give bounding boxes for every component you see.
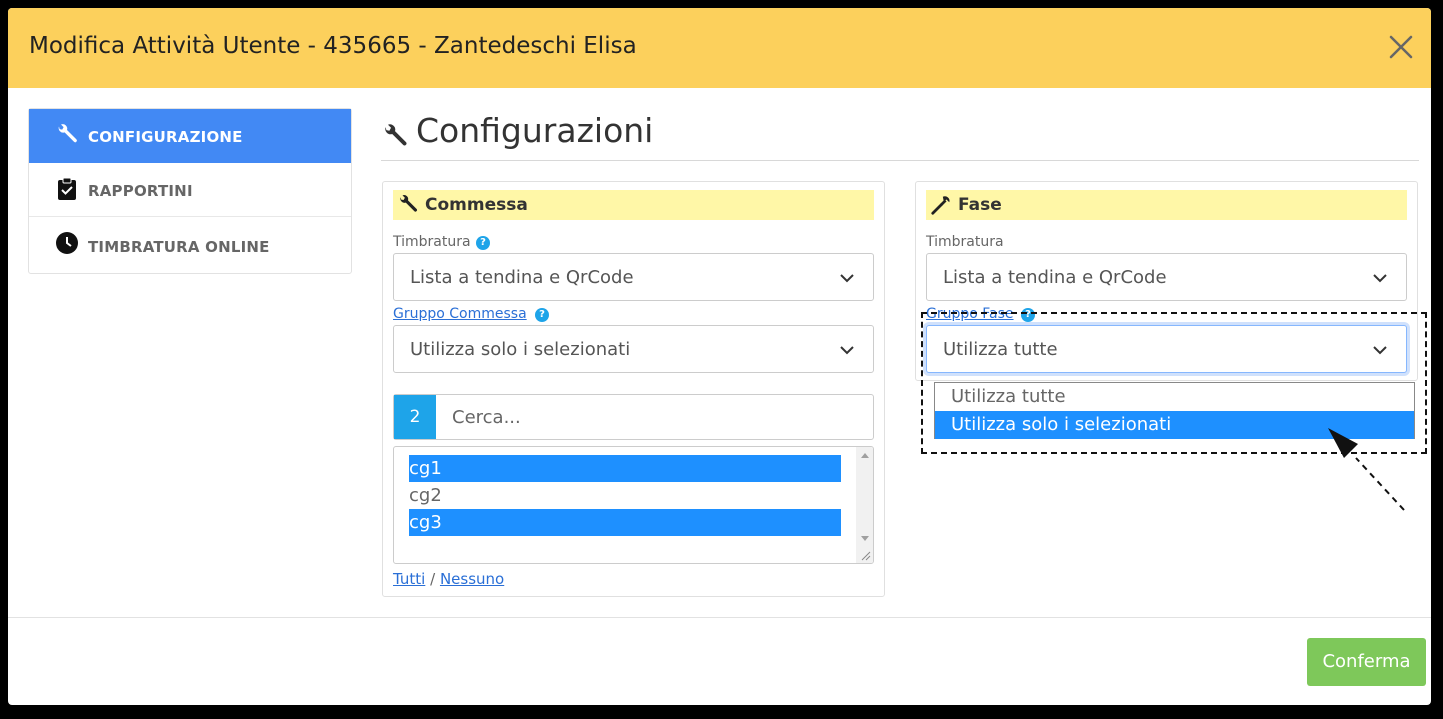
help-icon[interactable]: ? xyxy=(535,308,549,322)
close-button[interactable] xyxy=(1386,32,1416,62)
resize-handle-icon[interactable] xyxy=(859,549,871,561)
chevron-down-icon xyxy=(1373,274,1387,283)
page-title: Configurazioni xyxy=(416,111,654,150)
panel-heading-label: Commessa xyxy=(425,195,528,215)
scroll-down-icon[interactable] xyxy=(861,536,869,541)
confirm-button[interactable]: Conferma xyxy=(1307,638,1426,686)
wrench-icon xyxy=(385,124,407,146)
modal-dialog: Modifica Attività Utente - 435665 - Zant… xyxy=(8,8,1431,705)
link-separator: / xyxy=(430,570,436,588)
help-icon[interactable]: ? xyxy=(476,236,490,250)
sidebar-item-configurazione[interactable]: CONFIGURAZIONE xyxy=(29,109,351,163)
commessa-heading: Commessa xyxy=(393,190,874,220)
wrench-icon xyxy=(400,195,418,212)
sidebar-item-timbratura-online[interactable]: TIMBRATURA ONLINE xyxy=(29,217,351,271)
timbratura-select[interactable]: Lista a tendina e QrCode xyxy=(393,253,874,301)
select-value: Lista a tendina e QrCode xyxy=(943,267,1167,288)
timbratura-label: Timbratura xyxy=(926,234,1004,250)
sidebar-item-rapportini[interactable]: RAPPORTINI xyxy=(29,163,351,217)
gruppo-commessa-link[interactable]: Gruppo Commessa xyxy=(393,306,527,322)
timbratura-label: Timbratura xyxy=(393,234,471,250)
select-all-link[interactable]: Tutti xyxy=(393,570,425,588)
footer-divider xyxy=(8,617,1431,618)
select-value: Lista a tendina e QrCode xyxy=(410,267,634,288)
panel-heading-label: Fase xyxy=(958,195,1002,215)
select-links: Tutti / Nessuno xyxy=(393,570,504,588)
selected-count-badge: 2 xyxy=(394,395,436,439)
fase-heading: Fase xyxy=(926,190,1407,220)
sidebar-item-label: CONFIGURAZIONE xyxy=(88,128,243,146)
clock-icon xyxy=(56,232,78,254)
chevron-down-icon xyxy=(840,274,854,283)
list-item[interactable]: cg3 xyxy=(409,509,841,536)
scroll-up-icon[interactable] xyxy=(861,453,869,458)
modal-header: Modifica Attività Utente - 435665 - Zant… xyxy=(8,8,1431,88)
wrench-icon xyxy=(58,124,77,143)
select-none-link[interactable]: Nessuno xyxy=(440,570,504,588)
close-icon xyxy=(1389,35,1413,59)
list-item[interactable]: cg1 xyxy=(409,455,841,482)
fase-timbratura-select[interactable]: Lista a tendina e QrCode xyxy=(926,253,1407,301)
dropdown-option[interactable]: Utilizza tutte xyxy=(935,383,1414,411)
list-item[interactable]: cg2 xyxy=(409,482,841,509)
commessa-panel: Commessa Timbratura ? Lista a tendina e … xyxy=(382,181,885,597)
modal-title: Modifica Attività Utente - 435665 - Zant… xyxy=(29,33,637,59)
scrollbar[interactable] xyxy=(856,447,873,563)
chevron-down-icon xyxy=(840,346,854,355)
annotation-arrow-icon xyxy=(1328,428,1405,511)
page-title-row: Configurazioni xyxy=(381,111,1419,161)
sidebar: CONFIGURAZIONE RAPPORTINI TIMBRATURA ONL… xyxy=(28,108,352,274)
sidebar-item-label: RAPPORTINI xyxy=(88,182,193,200)
select-value: Utilizza solo i selezionati xyxy=(410,339,631,360)
sidebar-item-label: TIMBRATURA ONLINE xyxy=(88,238,270,256)
commessa-listbox[interactable]: cg1 cg2 cg3 xyxy=(393,446,874,564)
wrench-screwdriver-icon xyxy=(931,196,950,215)
search-input[interactable] xyxy=(438,395,872,439)
clipboard-check-icon xyxy=(58,177,76,200)
commessa-search-group: 2 xyxy=(393,394,874,440)
gruppo-commessa-select[interactable]: Utilizza solo i selezionati xyxy=(393,325,874,373)
